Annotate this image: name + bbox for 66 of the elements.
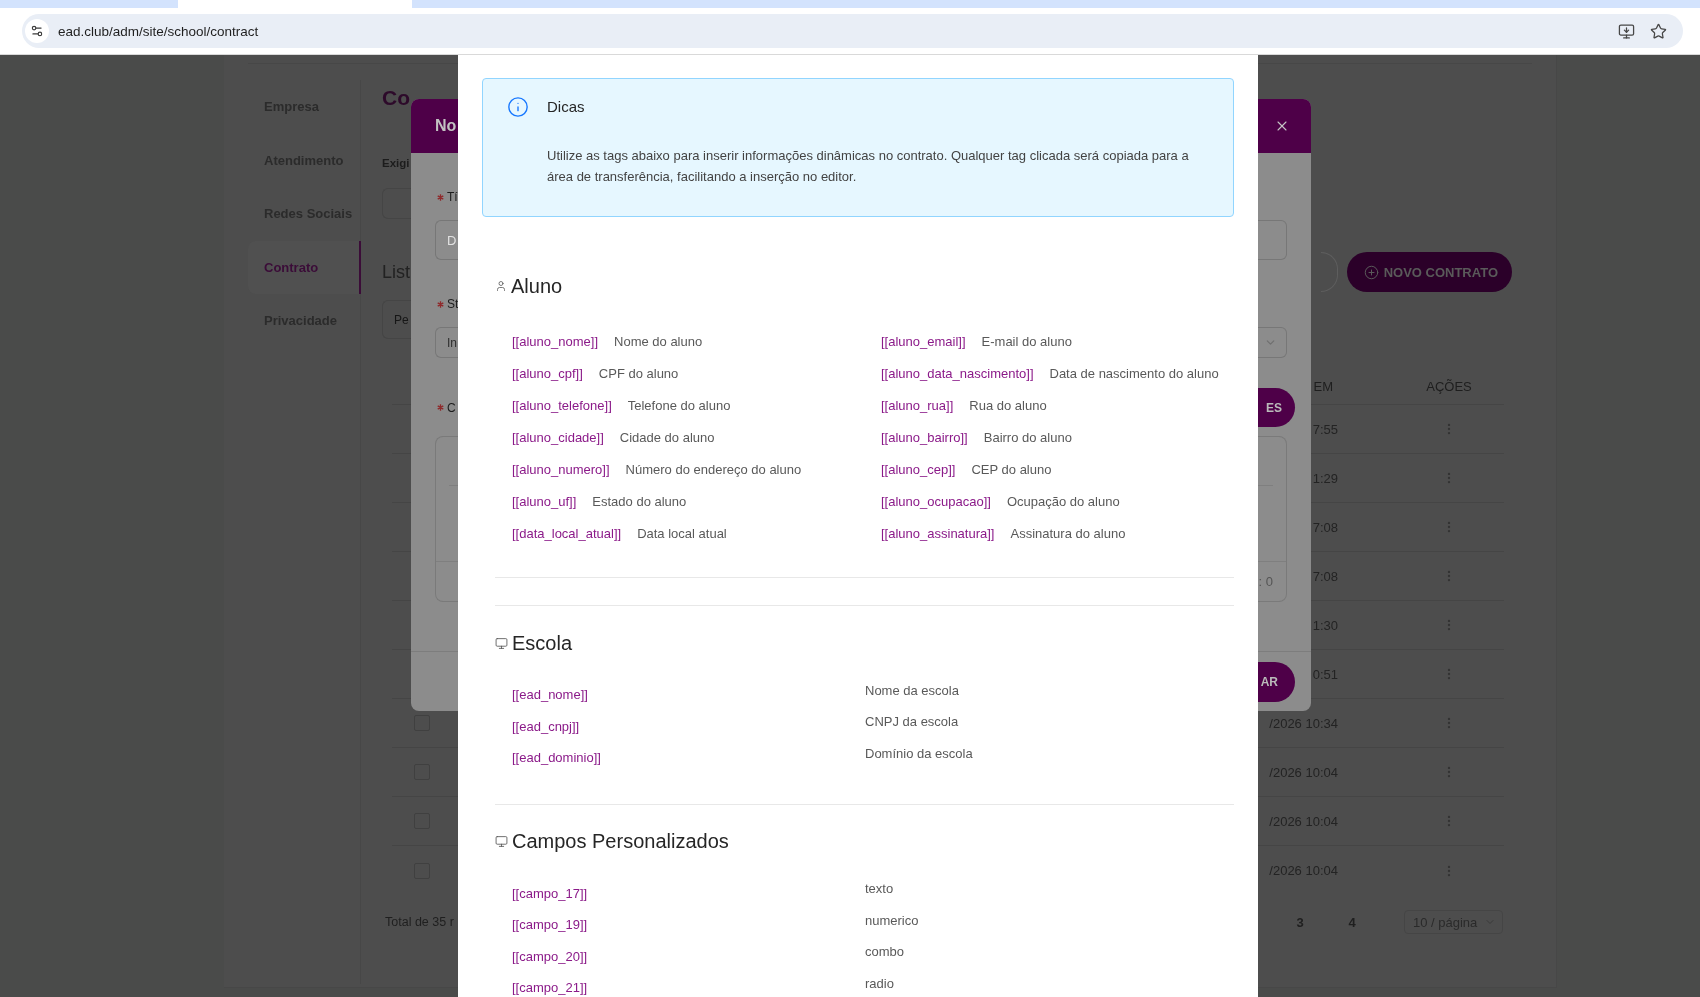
tag-link[interactable]: [[aluno_cep]] — [881, 461, 956, 477]
input-field[interactable]: D — [435, 220, 458, 260]
tag-link[interactable]: [[aluno_rua]] — [881, 397, 954, 413]
monitor-icon — [495, 636, 508, 650]
tag-link[interactable]: [[aluno_assinatura]] — [881, 525, 995, 541]
tag-description: Número do endereço do aluno — [625, 461, 802, 477]
tag-description: Nome da escola — [865, 682, 959, 698]
tag-link[interactable]: [[aluno_numero]] — [512, 461, 610, 477]
tag-link[interactable]: [[ead_cnpj]] — [512, 718, 580, 734]
tag-description: CPF do aluno — [598, 365, 679, 381]
tag-description: Assinatura do aluno — [1010, 525, 1126, 541]
tag-description: Data de nascimento do aluno — [1049, 365, 1219, 381]
tag-description: texto — [865, 881, 894, 897]
page-title: Co — [382, 85, 410, 111]
tag-description: Bairro do aluno — [983, 429, 1072, 445]
tag-description: CEP do aluno — [971, 461, 1052, 477]
tag-description: numerico — [865, 912, 919, 928]
tag-link[interactable]: [[data_local_atual]] — [512, 525, 622, 541]
url-text: ead.club/adm/site/school/contract — [58, 23, 259, 39]
browser-tab[interactable] — [178, 0, 412, 8]
tag-description: Nome do aluno — [614, 333, 703, 349]
tag-description: combo — [865, 944, 905, 960]
section-heading: Escola — [512, 631, 573, 655]
field-label: St — [447, 296, 459, 313]
tag-description: Rua do aluno — [969, 397, 1047, 413]
tag-link[interactable]: [[aluno_data_nascimento]] — [881, 365, 1034, 381]
plus-circle-icon — [1363, 264, 1379, 280]
field-label: C — [447, 399, 456, 417]
tag-link[interactable]: [[aluno_email]] — [881, 333, 966, 349]
tag-description: Cidade do aluno — [619, 429, 715, 445]
tag-link[interactable]: [[ead_nome]] — [512, 687, 588, 703]
monitor-icon — [495, 835, 508, 848]
tag-description: Ocupação do aluno — [1006, 493, 1120, 509]
action-button[interactable]: ES — [1258, 388, 1295, 427]
tag-description: CNPJ da escola — [865, 714, 959, 730]
info-icon — [507, 96, 529, 118]
tag-link[interactable]: [[aluno_cidade]] — [512, 429, 604, 445]
tag-link[interactable]: [[campo_21]] — [512, 980, 588, 996]
tag-description: Domínio da escola — [865, 745, 973, 761]
monitor-download-icon[interactable] — [1618, 22, 1635, 40]
star-icon[interactable] — [1650, 22, 1667, 40]
address-bar[interactable]: ead.club/adm/site/school/contract — [22, 14, 1683, 48]
tag-link[interactable]: [[aluno_cpf]] — [512, 365, 583, 381]
tag-description: Estado do aluno — [592, 493, 687, 509]
user-icon — [495, 280, 507, 292]
tag-description: Data local atual — [637, 525, 727, 541]
tag-link[interactable]: [[aluno_uf]] — [512, 493, 577, 509]
tag-link[interactable]: [[campo_17]] — [512, 885, 588, 901]
tag-description: E-mail do aluno — [981, 333, 1072, 349]
sliders-icon[interactable] — [25, 19, 49, 43]
section-heading: Aluno — [511, 274, 563, 298]
primary-button[interactable]: AR — [1258, 661, 1295, 702]
tag-description: Telefone do aluno — [627, 397, 731, 413]
modal-title: No — [435, 117, 457, 135]
tag-link[interactable]: [[aluno_bairro]] — [881, 429, 968, 445]
tag-link[interactable]: [[campo_19]] — [512, 917, 588, 933]
tag-description: radio — [865, 975, 894, 991]
tag-link[interactable]: [[aluno_ocupacao]] — [881, 493, 991, 509]
tag-link[interactable]: [[campo_20]] — [512, 948, 588, 964]
field-label: Tí — [447, 189, 458, 206]
tag-link[interactable]: [[aluno_nome]] — [512, 333, 598, 349]
alert-title: Dicas — [547, 97, 586, 117]
section-heading: Campos Personalizados — [512, 830, 729, 853]
tag-link[interactable]: [[aluno_telefone]] — [512, 397, 612, 413]
tag-link[interactable]: [[ead_dominio]] — [512, 750, 601, 766]
alert-text: Utilize as tags abaixo para inserir informações dinâmicas no contrato. Qualquer tag clicada será copiada para a área de transferência, facilitando a inserção no editor. — [547, 147, 1190, 186]
